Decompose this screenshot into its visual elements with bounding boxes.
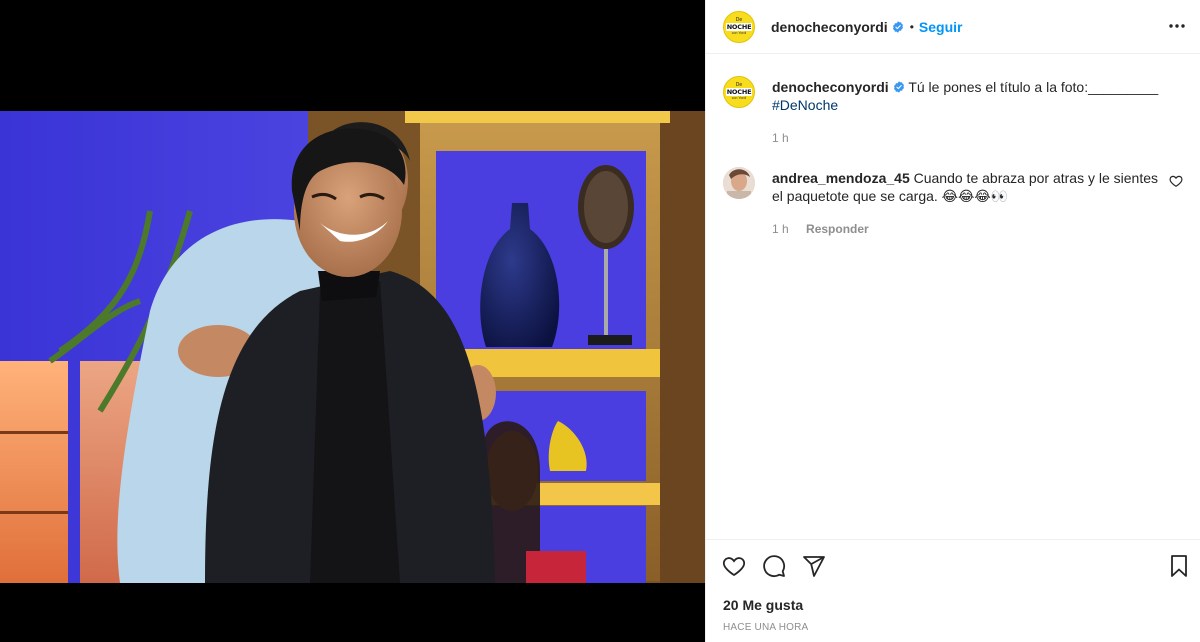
commenter-avatar[interactable] <box>723 167 755 199</box>
verified-badge-icon <box>893 81 904 93</box>
post-caption: De NOCHE con Yordi denocheconyordi Tú le… <box>723 76 1183 147</box>
bookmark-icon[interactable] <box>1167 554 1191 578</box>
verified-badge-icon <box>892 20 903 33</box>
header-separator: • <box>909 19 914 34</box>
comment-item: andrea_mendoza_45 Cuando te abraza por a… <box>723 167 1183 238</box>
avatar-logo-text: NOCHE <box>725 88 753 96</box>
share-icon[interactable] <box>802 554 826 578</box>
comment-icon[interactable] <box>762 554 786 578</box>
avatar-logo-top: De <box>735 16 743 23</box>
caption-time[interactable]: 1 h <box>772 131 789 145</box>
commenter-avatar-image <box>723 167 755 199</box>
post-photo[interactable] <box>0 111 705 583</box>
post-details-panel: De NOCHE con Yordi denocheconyordi • Seg… <box>705 0 1200 642</box>
post-photo-illustration <box>0 111 705 583</box>
comment-body: andrea_mendoza_45 Cuando te abraza por a… <box>772 167 1167 238</box>
comment-meta: 1 h Responder <box>772 220 1167 238</box>
caption-username[interactable]: denocheconyordi <box>772 79 889 95</box>
post-media-panel <box>0 0 705 642</box>
comment-time[interactable]: 1 h <box>772 222 789 236</box>
author-username[interactable]: denocheconyordi <box>771 19 888 35</box>
heart-icon[interactable] <box>722 554 746 578</box>
avatar-logo-bottom: con Yordi <box>731 30 747 35</box>
author-avatar[interactable]: De NOCHE con Yordi <box>723 10 755 43</box>
avatar-logo-top: De <box>735 82 743 88</box>
comments-list: De NOCHE con Yordi denocheconyordi Tú le… <box>706 55 1200 539</box>
caption-meta: 1 h <box>772 129 1183 147</box>
caption-author-avatar[interactable]: De NOCHE con Yordi <box>723 76 755 108</box>
caption-text: Tú le pones el título a la foto:________… <box>908 79 1159 95</box>
caption-body: denocheconyordi Tú le pones el título a … <box>772 76 1183 147</box>
post-timestamp[interactable]: HACE UNA HORA <box>723 622 808 633</box>
comment-like-heart-icon[interactable] <box>1169 174 1183 188</box>
action-icons-row <box>722 554 826 578</box>
likes-count[interactable]: 20 Me gusta <box>723 597 803 613</box>
avatar-logo-bottom: con Yordi <box>731 96 747 100</box>
avatar-logo-text: NOCHE <box>725 22 753 31</box>
more-options-button[interactable] <box>1165 14 1189 38</box>
more-options-icon <box>1169 24 1185 28</box>
caption-hashtag[interactable]: #DeNoche <box>772 97 838 113</box>
follow-button[interactable]: Seguir <box>919 19 963 35</box>
post-header: De NOCHE con Yordi denocheconyordi • Seg… <box>706 0 1200 54</box>
reply-button[interactable]: Responder <box>806 222 869 236</box>
post-actions-section: 20 Me gusta HACE UNA HORA <box>706 539 1200 642</box>
comment-username[interactable]: andrea_mendoza_45 <box>772 170 910 186</box>
